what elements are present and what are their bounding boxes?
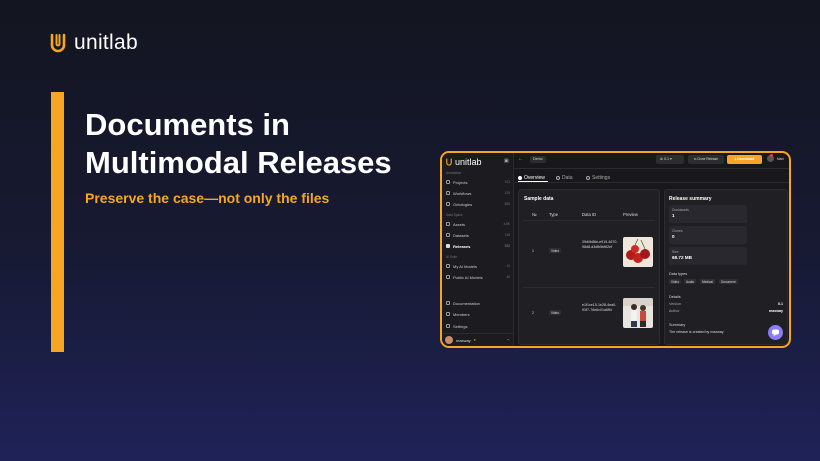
sidebar-item-workflows[interactable]: Workflows 120 [446,189,510,197]
clones-card: Clones 0 [669,226,747,244]
globe-icon [446,275,450,279]
book-icon [446,301,450,305]
sidebar: unitlab ▣ Annotation Projects 101 Workfl… [442,153,514,346]
notification-dot [770,154,773,157]
data-type-chip: Video [669,279,682,284]
sidebar-item-my-ai-models[interactable]: My AI Models 10 [446,262,510,270]
summary-label: Summary [669,323,686,327]
sidebar-logo-text: unitlab [455,157,482,167]
brand-name: unitlab [74,31,138,54]
release-summary-panel: Release summary Downloads 1 Clones 0 Siz… [664,189,788,345]
tab-bar: Overview Data Settings [514,173,789,183]
summary-text: The release is created by maxway [669,330,724,334]
row-divider [523,287,655,288]
detail-key: Author [669,309,680,313]
sidebar-item-settings[interactable]: Settings [446,322,510,330]
download-button[interactable]: ⤓ Download [727,155,762,164]
downloads-card: Downloads 1 [669,205,747,223]
sidebar-item-documentation[interactable]: Documentation [446,299,510,307]
unitlab-logo-icon [446,158,452,166]
details-label: Details [669,295,681,299]
sidebar-logo[interactable]: unitlab [446,157,482,167]
active-tab-indicator [518,181,548,182]
col-header-data-id: Data ID [582,212,597,217]
sidebar-user-name: maxway [456,337,471,343]
sidebar-section-data-space: Data Space [446,213,463,217]
sidebar-item-ontologies[interactable]: Ontologies 863 [446,200,510,208]
workflow-icon [446,191,450,195]
header-divider [523,220,655,221]
chat-icon [772,329,779,337]
clone-release-button[interactable]: ⧉ Clone Release [688,155,724,164]
accent-bar [51,92,64,352]
type-badge: Video [549,248,562,253]
sidebar-item-members[interactable]: Members [446,310,510,318]
data-types-label: Data types [669,272,688,276]
cherries-image-icon [623,237,653,267]
sample-data-title: Sample data [524,196,554,202]
sidebar-section-annotation: Annotation [446,171,462,175]
data-id: e1f1ce15-1e28-4ea0-93f7-76e6c01a6ff4 [582,303,617,312]
overview-icon [518,176,522,180]
folder-icon [446,180,450,184]
sidebar-item-public-ai-models[interactable]: Public AI Models 40 [446,273,510,281]
sidebar-item-projects[interactable]: Projects 101 [446,178,510,186]
size-card: Size 68.72 MB [669,247,747,265]
hero-title: Documents in Multimodal Releases [85,107,392,180]
type-badge: Video [549,310,562,315]
data-icon [556,176,560,180]
sidebar-item-datasets[interactable]: Datasets 116 [446,231,510,239]
assets-icon [446,222,450,226]
data-type-chip: Audio [684,279,697,284]
tab-data[interactable]: Data [556,175,573,181]
col-header-type: Type [549,212,559,217]
preview-thumbnail[interactable] [623,298,653,328]
data-type-chip: Medical [700,279,715,284]
sidebar-collapse-icon[interactable]: ▣ [504,158,509,164]
detail-key: Version [669,302,681,306]
sidebar-section-ai-suite: AI Suite [446,255,458,259]
release-summary-title: Release summary [669,196,712,202]
tab-settings[interactable]: Settings [586,175,610,181]
settings-icon [586,176,590,180]
main-content: ← Demo ⊛ 0.1 ▾ ⧉ Clone Release ⤓ Downloa… [514,153,789,346]
chevron-up-icon: ⌃ [506,337,510,343]
chat-button[interactable] [768,325,783,340]
version-select[interactable]: ⊛ 0.1 ▾ [656,155,684,164]
arrow-left-icon[interactable]: ← [518,156,523,162]
chevron-down-icon: ▾ [669,157,672,161]
col-header-num: № [532,212,537,217]
app-window: unitlab ▣ Annotation Projects 101 Workfl… [440,151,791,348]
brand-logo: unitlab [50,31,138,55]
dataset-icon [446,233,450,237]
people-image-icon [623,298,653,328]
sidebar-item-assets[interactable]: Assets 4.8K [446,220,510,228]
sidebar-user[interactable]: maxway ● ⌃ [442,333,514,346]
crown-icon: ● [473,338,476,342]
detail-value: 0.1 [778,302,783,306]
avatar [445,336,453,344]
preview-thumbnail[interactable] [623,237,653,267]
unitlab-logo-icon [50,33,66,53]
release-icon [446,244,450,248]
topbar: ← Demo ⊛ 0.1 ▾ ⧉ Clone Release ⤓ Downloa… [514,153,789,169]
hero-subtitle: Preserve the case—not only the files [85,190,330,206]
data-id: 39d0b86e-e919-4670-98d8-d3dfb5bf62ef [582,240,618,249]
gear-icon [446,324,450,328]
ontology-icon [446,202,450,206]
sample-data-panel: Sample data № Type Data ID Preview 1 Vid… [518,189,660,345]
users-icon [446,312,450,316]
col-header-preview: Preview [623,212,638,217]
detail-value: maxway [769,309,783,313]
sidebar-item-releases[interactable]: Releases 322 [446,242,510,250]
topbar-user-name[interactable]: Maxi [777,157,784,161]
ai-model-icon [446,264,450,268]
breadcrumb[interactable]: Demo [530,156,546,163]
data-type-chip: Document [719,279,738,284]
